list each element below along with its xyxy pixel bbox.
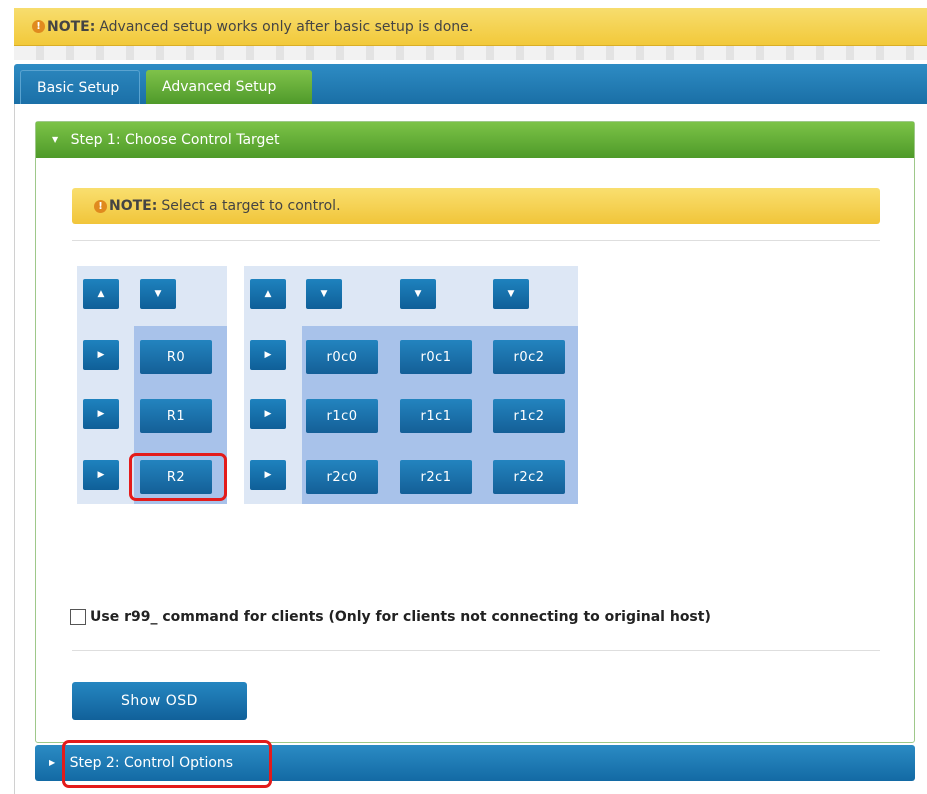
chevron-down-icon: ▼ <box>154 289 162 299</box>
tab-advanced-setup[interactable]: Advanced Setup <box>146 70 312 104</box>
divider <box>72 650 880 651</box>
chevron-down-icon: ▼ <box>414 289 422 299</box>
r99-command-label: Use r99_ command for clients (Only for c… <box>90 609 711 625</box>
row-button-r0[interactable]: R0 <box>140 340 212 374</box>
cell-button-r2c1[interactable]: r2c1 <box>400 460 472 494</box>
tab-basic-setup[interactable]: Basic Setup <box>20 70 140 104</box>
triangle-right-icon: ▶ <box>264 470 272 480</box>
cell-button-r1c1[interactable]: r1c1 <box>400 399 472 433</box>
column-dropdown-button[interactable]: ▼ <box>306 279 342 309</box>
cell-button-r0c2[interactable]: r0c2 <box>493 340 565 374</box>
triangle-right-icon: ▶ <box>97 409 105 419</box>
column-dropdown-button[interactable]: ▼ <box>140 279 176 309</box>
chevron-down-icon: ▼ <box>320 289 328 299</box>
scroll-up-button[interactable]: ▲ <box>250 279 286 309</box>
select-target-note: ! NOTE: Select a target to control. <box>72 188 880 224</box>
cell-grid-blank <box>244 504 578 564</box>
row-button-r1[interactable]: R1 <box>140 399 212 433</box>
show-osd-button[interactable]: Show OSD <box>72 682 247 720</box>
warning-icon: ! <box>32 20 45 33</box>
cell-button-r2c2[interactable]: r2c2 <box>493 460 565 494</box>
row-expand-button[interactable]: ▶ <box>83 460 119 490</box>
row-expand-button[interactable]: ▶ <box>250 340 286 370</box>
cell-button-r0c1[interactable]: r0c1 <box>400 340 472 374</box>
column-dropdown-button[interactable]: ▼ <box>493 279 529 309</box>
row-expand-button[interactable]: ▶ <box>250 460 286 490</box>
step1-header[interactable]: ▼ Step 1: Choose Control Target <box>36 122 914 158</box>
row-expand-button[interactable]: ▶ <box>83 340 119 370</box>
note-label: NOTE: <box>109 198 158 214</box>
step1-panel: ▼ Step 1: Choose Control Target ! NOTE: … <box>35 121 915 743</box>
cell-button-r0c0[interactable]: r0c0 <box>306 340 378 374</box>
expand-arrow-icon: ▶ <box>49 758 56 767</box>
cell-button-r1c0[interactable]: r1c0 <box>306 399 378 433</box>
decorative-strip <box>14 46 927 60</box>
row-expand-button[interactable]: ▶ <box>83 399 119 429</box>
cell-button-r1c2[interactable]: r1c2 <box>493 399 565 433</box>
step2-title: Step 2: Control Options <box>69 755 234 771</box>
note-label: NOTE: <box>47 18 96 35</box>
chevron-down-icon: ▼ <box>507 289 515 299</box>
cell-button-r2c0[interactable]: r2c0 <box>306 460 378 494</box>
step2-header[interactable]: ▶ Step 2: Control Options <box>35 745 915 781</box>
triangle-right-icon: ▶ <box>264 350 272 360</box>
warning-icon: ! <box>94 199 107 213</box>
triangle-up-icon: ▲ <box>97 289 105 299</box>
divider <box>72 240 880 241</box>
r99-command-checkbox[interactable] <box>70 609 86 625</box>
advanced-setup-note: ! NOTE: Advanced setup works only after … <box>14 8 927 46</box>
tab-bar: Basic Setup Advanced Setup <box>14 64 927 104</box>
triangle-right-icon: ▶ <box>97 350 105 360</box>
scroll-up-button[interactable]: ▲ <box>83 279 119 309</box>
triangle-right-icon: ▶ <box>97 470 105 480</box>
row-grid-blank <box>77 504 227 564</box>
r99-command-option: Use r99_ command for clients (Only for c… <box>70 609 711 625</box>
note-text: Advanced setup works only after basic se… <box>99 18 474 35</box>
row-button-r2[interactable]: R2 <box>140 460 212 494</box>
row-expand-button[interactable]: ▶ <box>250 399 286 429</box>
step1-title: Step 1: Choose Control Target <box>70 132 280 148</box>
triangle-up-icon: ▲ <box>264 289 272 299</box>
collapse-arrow-icon: ▼ <box>52 135 59 144</box>
triangle-right-icon: ▶ <box>264 409 272 419</box>
column-dropdown-button[interactable]: ▼ <box>400 279 436 309</box>
note-text: Select a target to control. <box>161 198 341 214</box>
